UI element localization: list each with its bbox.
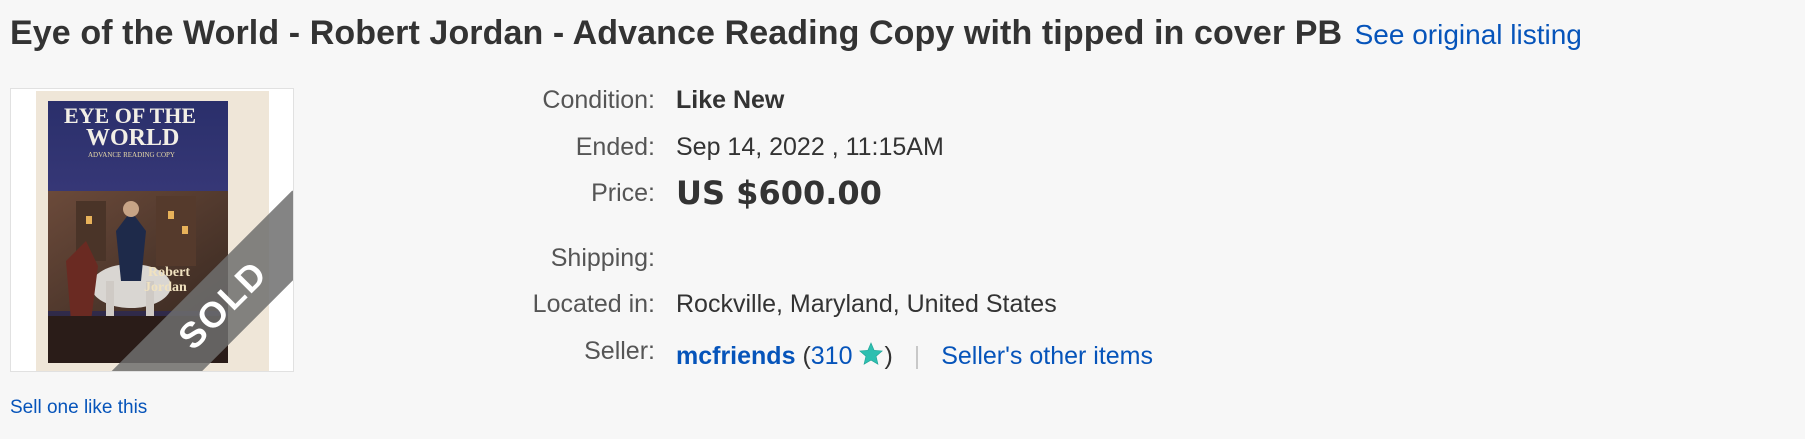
- price-value: US $600.00: [676, 174, 882, 212]
- cover-author-line2: Jordan: [144, 280, 187, 295]
- see-original-listing-link[interactable]: See original listing: [1355, 19, 1582, 50]
- seller-info: mcfriends (310 ) | Seller's other items: [676, 341, 1153, 371]
- separator: |: [913, 342, 921, 370]
- feedback-open-paren: (: [802, 342, 811, 370]
- cover-subtitle: ADVANCE READING COPY: [88, 151, 175, 159]
- seller-label: Seller:: [584, 337, 655, 365]
- seller-other-items-link[interactable]: Seller's other items: [941, 342, 1153, 370]
- listing-title: Eye of the World - Robert Jordan - Advan…: [10, 14, 1343, 52]
- feedback-score-link[interactable]: 310: [811, 342, 853, 370]
- seller-name-link[interactable]: mcfriends: [676, 342, 795, 370]
- shipping-label: Shipping:: [550, 244, 655, 272]
- condition-label: Condition:: [542, 86, 655, 114]
- sell-one-like-this-link[interactable]: Sell one like this: [10, 397, 147, 419]
- condition-value: Like New: [676, 86, 785, 114]
- item-image-container[interactable]: EYE OF THE WORLD ADVANCE READING COPY Ro…: [10, 88, 294, 372]
- ended-label: Ended:: [575, 133, 655, 161]
- feedback-close-paren: ): [884, 342, 893, 370]
- cover-author-line1: Robert: [148, 265, 190, 280]
- teal-star-icon: [859, 342, 884, 365]
- price-label: Price:: [591, 179, 655, 207]
- listing-title-row: Eye of the World - Robert Jordan - Advan…: [10, 14, 1582, 53]
- cover-title-line2: WORLD: [86, 125, 179, 151]
- location-value: Rockville, Maryland, United States: [676, 290, 1057, 318]
- ended-value: Sep 14, 2022 , 11:15AM: [676, 133, 944, 161]
- location-label: Located in:: [532, 290, 655, 318]
